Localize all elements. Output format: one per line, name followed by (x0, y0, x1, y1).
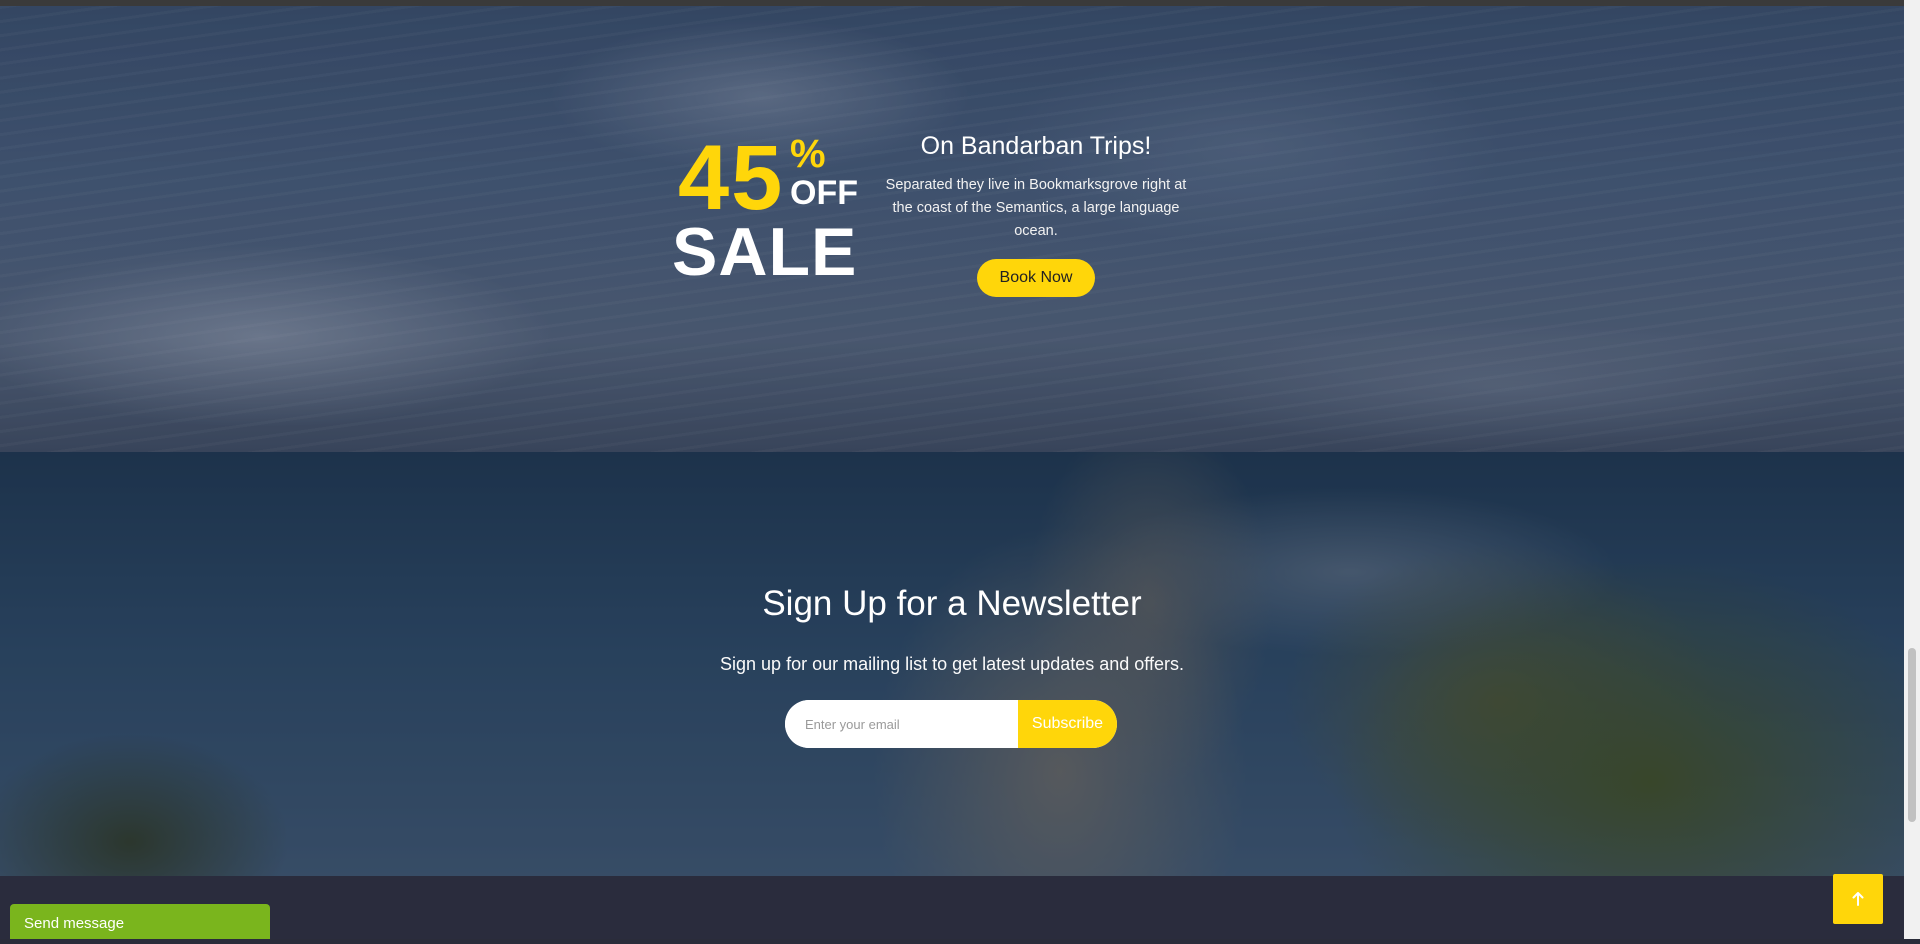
email-field[interactable] (785, 700, 1019, 748)
sale-section: 45 % OFF SALE On Bandarban Trips! Separa… (0, 6, 1904, 452)
sale-word: SALE (672, 214, 858, 290)
subscribe-button[interactable]: Subscribe (1018, 700, 1117, 748)
back-to-top-button[interactable] (1833, 874, 1883, 924)
send-message-chat-button[interactable]: Send message (10, 904, 270, 939)
sale-title: On Bandarban Trips! (920, 132, 1152, 160)
sale-description: Separated they live in Bookmarksgrove ri… (885, 177, 1187, 239)
newsletter-form: Subscribe (785, 700, 1117, 748)
arrow-up-icon (1852, 892, 1864, 906)
off-label: OFF (790, 174, 858, 212)
newsletter-subtitle: Sign up for our mailing list to get late… (720, 654, 1184, 674)
sale-badge: 45 % OFF SALE (672, 127, 862, 286)
scrollbar-thumb[interactable] (1908, 648, 1916, 822)
newsletter-title: Sign Up for a Newsletter (762, 584, 1142, 623)
book-now-button[interactable]: Book Now (977, 259, 1095, 297)
newsletter-section: Sign Up for a Newsletter Sign up for our… (0, 452, 1904, 876)
sale-info: On Bandarban Trips! Separated they live … (880, 126, 1192, 297)
footer (0, 876, 1904, 939)
sale-percent-number: 45 (678, 127, 785, 229)
page-scrollbar[interactable] (1904, 0, 1920, 939)
percent-sign: % (790, 132, 826, 176)
